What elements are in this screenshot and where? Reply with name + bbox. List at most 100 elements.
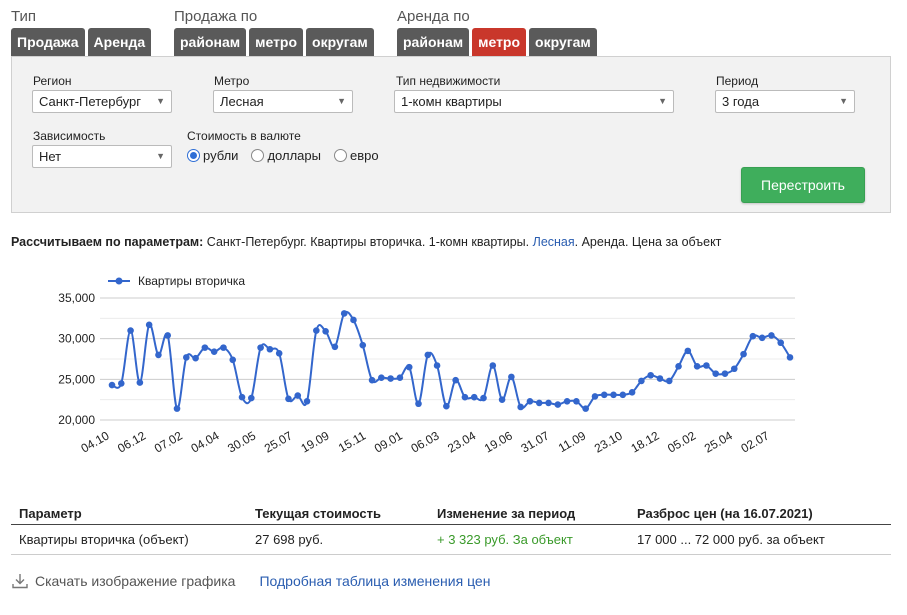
legend-label: Квартиры вторичка (138, 274, 245, 288)
metro-value: Лесная (220, 94, 264, 109)
sale-tabs: районам метро округам (174, 28, 374, 56)
data-point (684, 347, 692, 355)
x-tick-label: 06.12 (115, 428, 148, 455)
data-point (210, 348, 218, 355)
detail-table-link[interactable]: Подробная таблица изменения цен (259, 573, 490, 589)
data-point (378, 374, 385, 382)
metro-link[interactable]: Лесная (533, 235, 575, 249)
x-tick-label: 18.12 (628, 428, 661, 455)
data-point (582, 405, 589, 412)
y-tick-label: 20,000 (58, 413, 95, 427)
data-point (647, 371, 654, 379)
tab-sale-districts[interactable]: районам (174, 28, 247, 56)
tab-rent-metro[interactable]: метро (472, 28, 527, 56)
radio-checked-icon (187, 149, 200, 162)
x-tick-label: 07.02 (152, 428, 185, 455)
region-select[interactable]: Санкт-Петербург ▼ (32, 90, 172, 113)
currency-radio-group: рубли доллары евро (187, 148, 392, 163)
currency-usd-radio[interactable]: доллары (251, 148, 321, 163)
x-tick-label: 23.10 (592, 428, 625, 455)
td-parameter: Квартиры вторичка (объект) (19, 532, 189, 547)
data-point (508, 373, 515, 381)
data-point (489, 362, 497, 369)
y-tick-label: 35,000 (58, 291, 95, 305)
calc-params: Рассчитываем по параметрам: Санкт-Петерб… (11, 235, 721, 249)
data-point (192, 354, 199, 362)
data-point (294, 392, 302, 399)
data-point (619, 391, 627, 399)
data-point (526, 397, 534, 405)
data-point (127, 327, 134, 334)
radio-unchecked-icon (251, 149, 265, 162)
tab-rent-okrug[interactable]: округам (529, 28, 597, 56)
tab-sale[interactable]: Продажа (11, 28, 85, 56)
currency-rub-radio[interactable]: рубли (187, 148, 238, 163)
data-point (461, 393, 469, 401)
data-point (712, 370, 719, 377)
data-point (721, 370, 729, 377)
th-range: Разброс цен (на 16.07.2021) (637, 506, 813, 521)
tab-sale-okrug[interactable]: округам (306, 28, 374, 56)
data-point (424, 351, 432, 359)
data-point (313, 327, 320, 334)
data-point (656, 375, 664, 382)
chart-legend: Квартиры вторичка (108, 274, 245, 288)
data-point (665, 377, 673, 385)
sale-group-label: Продажа по (174, 8, 258, 25)
rent-tabs: районам метро округам (397, 28, 597, 56)
data-point (628, 389, 636, 396)
data-point (554, 401, 562, 408)
currency-eur-radio[interactable]: евро (333, 148, 379, 163)
rebuild-button[interactable]: Перестроить (741, 167, 865, 203)
table-header: Параметр Текущая стоимость Изменение за … (11, 503, 891, 525)
data-point (164, 332, 172, 339)
dependency-select[interactable]: Нет ▼ (32, 145, 172, 168)
download-icon[interactable] (11, 572, 29, 590)
tab-rent[interactable]: Аренда (87, 28, 152, 56)
download-chart-link[interactable]: Скачать изображение графика (35, 573, 235, 589)
x-tick-label: 02.07 (738, 428, 771, 455)
tab-rent-districts[interactable]: районам (397, 28, 470, 56)
data-point (405, 363, 413, 371)
data-point (173, 405, 181, 412)
dependency-label: Зависимость (33, 129, 106, 143)
data-point (573, 397, 580, 405)
tab-sale-metro[interactable]: метро (249, 28, 304, 56)
y-tick-label: 25,000 (58, 372, 95, 386)
x-tick-label: 19.06 (482, 428, 515, 455)
period-value: 3 года (722, 94, 760, 109)
data-point (470, 393, 478, 401)
y-axis-ticks: 20,000 25,000 30,000 35,000 (58, 291, 95, 427)
td-current-price: 27 698 руб. (255, 532, 324, 547)
data-point (563, 397, 571, 405)
x-tick-label: 31.07 (518, 428, 551, 455)
period-select[interactable]: 3 года ▼ (715, 90, 855, 113)
table-row: Квартиры вторичка (объект) 27 698 руб. +… (11, 525, 891, 555)
property-type-value: 1-комн квартиры (401, 94, 502, 109)
x-tick-label: 23.04 (445, 428, 478, 455)
region-label: Регион (33, 74, 72, 88)
property-type-label: Тип недвижимости (396, 74, 501, 88)
data-point (136, 379, 144, 386)
data-point (220, 344, 227, 351)
type-tabs: Продажа Аренда (11, 28, 152, 56)
data-point (257, 344, 264, 351)
property-type-select[interactable]: 1-комн квартиры ▼ (394, 90, 674, 113)
data-point (340, 310, 348, 317)
th-current-price: Текущая стоимость (255, 506, 381, 521)
dependency-value: Нет (39, 149, 62, 164)
metro-select[interactable]: Лесная ▼ (213, 90, 353, 113)
data-point (387, 375, 394, 382)
data-point (443, 402, 450, 410)
data-point (322, 328, 329, 335)
data-point (638, 377, 645, 385)
data-point (740, 350, 747, 358)
x-tick-label: 19.09 (298, 428, 331, 455)
metro-label: Метро (214, 74, 250, 88)
th-parameter: Параметр (19, 506, 82, 521)
chevron-down-icon: ▼ (156, 151, 165, 161)
chevron-down-icon: ▼ (658, 96, 667, 106)
chart-grid (100, 297, 795, 421)
data-point (675, 363, 682, 370)
data-point (275, 350, 283, 357)
